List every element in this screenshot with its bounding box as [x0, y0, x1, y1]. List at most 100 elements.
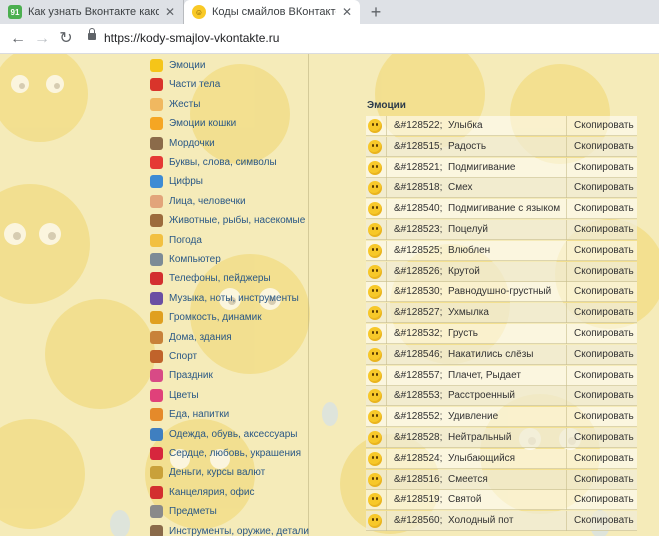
emoji-icon[interactable]: [368, 285, 382, 300]
emoji-icon[interactable]: [368, 202, 382, 217]
emoji-icon[interactable]: [368, 347, 382, 362]
copy-button[interactable]: Скопировать: [574, 411, 634, 422]
forward-arrow-icon[interactable]: →: [32, 29, 52, 49]
sidebar-item[interactable]: Эмоции: [150, 57, 205, 74]
emoji-code[interactable]: &#128516;: [394, 474, 442, 485]
copy-button[interactable]: Скопировать: [574, 494, 634, 505]
emoji-icon[interactable]: [368, 472, 382, 487]
back-arrow-icon[interactable]: ←: [8, 29, 28, 49]
emoji-icon[interactable]: [368, 368, 382, 383]
emoji-code[interactable]: &#128522;: [394, 120, 442, 131]
copy-button[interactable]: Скопировать: [574, 203, 634, 214]
new-tab-button[interactable]: +: [366, 2, 386, 22]
sidebar-item[interactable]: Деньги, курсы валют: [150, 464, 265, 481]
copy-button[interactable]: Скопировать: [574, 349, 634, 360]
copy-button[interactable]: Скопировать: [574, 286, 634, 297]
sidebar-item[interactable]: Праздник: [150, 367, 213, 384]
emoji-code[interactable]: &#128528;: [394, 432, 442, 443]
emoji-icon[interactable]: [368, 493, 382, 508]
emoji-code[interactable]: &#128540;: [394, 203, 442, 214]
sidebar-item[interactable]: Сердце, любовь, украшения: [150, 445, 301, 462]
copy-button[interactable]: Скопировать: [574, 453, 634, 464]
sidebar-item[interactable]: Буквы, слова, символы: [150, 154, 277, 171]
reload-icon[interactable]: ↻: [56, 29, 76, 49]
sidebar-item[interactable]: Цветы: [150, 387, 199, 404]
close-icon[interactable]: ✕: [342, 5, 352, 19]
lock-icon[interactable]: [88, 28, 96, 40]
sidebar-item[interactable]: Громкость, динамик: [150, 309, 262, 326]
emoji-icon[interactable]: [368, 389, 382, 404]
emoji-icon[interactable]: [368, 160, 382, 175]
emoji-code[interactable]: &#128553;: [394, 390, 442, 401]
clothing-emoji-icon: [150, 427, 163, 441]
emoji-icon[interactable]: [368, 264, 382, 279]
emoji-code[interactable]: &#128526;: [394, 266, 442, 277]
emoji-code[interactable]: &#128521;: [394, 162, 442, 173]
copy-button[interactable]: Скопировать: [574, 224, 634, 235]
emoji-code[interactable]: &#128560;: [394, 515, 442, 526]
emoji-code[interactable]: &#128557;: [394, 370, 442, 381]
sidebar-item[interactable]: Мордочки: [150, 135, 215, 152]
emoji-icon[interactable]: [368, 223, 382, 237]
emoji-icon[interactable]: [368, 410, 382, 425]
copy-button[interactable]: Скопировать: [574, 120, 634, 131]
browser-tab-1[interactable]: 91 Как узнать Вконтакте какой код ✕: [0, 0, 184, 24]
copy-button[interactable]: Скопировать: [574, 245, 634, 256]
sidebar-item[interactable]: Животные, рыбы, насекомые: [150, 212, 305, 229]
sidebar-item[interactable]: Канцелярия, офис: [150, 484, 255, 501]
cell-divider: [566, 136, 567, 157]
sidebar-item[interactable]: Эмоции кошки: [150, 115, 236, 132]
emoji-code[interactable]: &#128552;: [394, 411, 442, 422]
sidebar-item[interactable]: Компьютер: [150, 251, 221, 268]
sidebar-item[interactable]: Спорт: [150, 348, 197, 365]
copy-button[interactable]: Скопировать: [574, 266, 634, 277]
emoji-icon[interactable]: [368, 431, 382, 445]
copy-button[interactable]: Скопировать: [574, 432, 634, 443]
emoji-icon[interactable]: [368, 327, 382, 341]
emoji-icon[interactable]: [368, 306, 382, 321]
emoji-code[interactable]: &#128530;: [394, 286, 442, 297]
sidebar-item[interactable]: Погода: [150, 232, 202, 249]
emoji-icon[interactable]: [368, 139, 382, 154]
copy-button[interactable]: Скопировать: [574, 370, 634, 381]
address-bar[interactable]: https://kody-smajlov-vkontakte.ru: [104, 31, 279, 45]
cell-divider: [566, 116, 567, 136]
copy-button[interactable]: Скопировать: [574, 515, 634, 526]
emoji-code[interactable]: &#128524;: [394, 453, 442, 464]
emoji-icon[interactable]: [368, 451, 382, 466]
sidebar-item[interactable]: Еда, напитки: [150, 406, 229, 423]
copy-button[interactable]: Скопировать: [574, 390, 634, 401]
emoji-code[interactable]: &#128525;: [394, 245, 442, 256]
copy-button[interactable]: Скопировать: [574, 328, 634, 339]
copy-button[interactable]: Скопировать: [574, 474, 634, 485]
browser-tab-2[interactable]: ☺ Коды смайлов ВКонтакте | ☺ В ✕: [184, 0, 360, 24]
emoji-code[interactable]: &#128532;: [394, 328, 442, 339]
emoji-icon[interactable]: [368, 243, 382, 258]
sidebar-item[interactable]: Телефоны, пейджеры: [150, 270, 271, 287]
emoji-code[interactable]: &#128518;: [394, 182, 442, 193]
sidebar-item[interactable]: Одежда, обувь, аксессуары: [150, 426, 297, 443]
sidebar-item[interactable]: Лица, человечки: [150, 193, 246, 210]
sidebar-item[interactable]: Музыка, ноты, инструменты: [150, 290, 299, 307]
emoji-icon[interactable]: [368, 514, 382, 529]
sidebar-item[interactable]: Цифры: [150, 173, 203, 190]
copy-button[interactable]: Скопировать: [574, 141, 634, 152]
cell-divider: [566, 178, 567, 199]
copy-button[interactable]: Скопировать: [574, 182, 634, 193]
emoji-code[interactable]: &#128527;: [394, 307, 442, 318]
sidebar-item[interactable]: Дома, здания: [150, 329, 232, 346]
sidebar-item[interactable]: Инструменты, оружие, детали: [150, 523, 309, 536]
emoji-code[interactable]: &#128546;: [394, 349, 442, 360]
emoji-icon[interactable]: [368, 181, 382, 196]
close-icon[interactable]: ✕: [165, 5, 175, 19]
sidebar-item[interactable]: Жесты: [150, 96, 200, 113]
emoji-code[interactable]: &#128515;: [394, 141, 442, 152]
copy-button[interactable]: Скопировать: [574, 307, 634, 318]
emoji-code[interactable]: &#128519;: [394, 494, 442, 505]
sidebar-item[interactable]: Части тела: [150, 76, 220, 93]
sidebar-item[interactable]: Предметы: [150, 503, 217, 520]
emoji-code[interactable]: &#128523;: [394, 224, 442, 235]
copy-button[interactable]: Скопировать: [574, 162, 634, 173]
table-row: &#128519; Святой Скопировать: [366, 490, 637, 511]
emoji-icon[interactable]: [368, 119, 382, 133]
